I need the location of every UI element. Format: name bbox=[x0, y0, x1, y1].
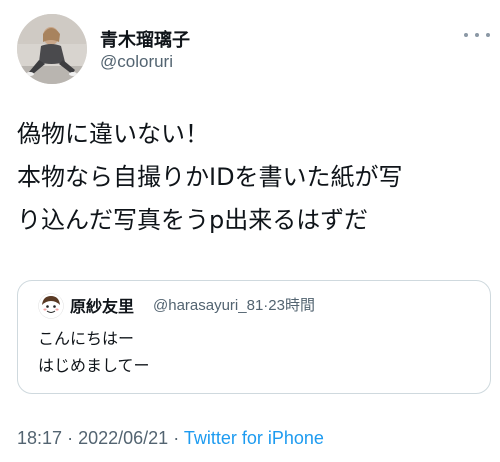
quoted-meta: @harasayuri_81·23時間 bbox=[153, 294, 315, 315]
cartoon-face-icon bbox=[38, 293, 64, 319]
footer-separator: · bbox=[173, 428, 180, 448]
footer-separator: · bbox=[67, 428, 74, 448]
tweet-time[interactable]: 18:17 bbox=[17, 428, 62, 448]
quoted-author-name: 原紗友里 bbox=[70, 297, 135, 316]
tweet-text-line: 本物なら自撮りかIDを書いた紙が写 bbox=[17, 163, 403, 191]
quoted-text-line: はじめましてー bbox=[38, 356, 150, 375]
author-avatar[interactable] bbox=[17, 14, 87, 84]
author-handle[interactable]: @coloruri bbox=[100, 52, 173, 72]
quoted-author-avatar bbox=[38, 293, 64, 319]
more-horizontal-icon-dot bbox=[475, 33, 479, 37]
quoted-text-line: こんにちはー bbox=[38, 329, 135, 348]
tweet-footer: 18:17 · 2022/06/21 · Twitter for iPhone bbox=[17, 428, 324, 449]
tweet-text-line: 偽物に違いない！ bbox=[17, 120, 209, 148]
tweet-date[interactable]: 2022/06/21 bbox=[78, 428, 168, 448]
more-horizontal-icon bbox=[464, 33, 468, 37]
quoted-time: 23時間 bbox=[268, 297, 315, 314]
quoted-tweet-text: こんにちはー はじめましてー bbox=[38, 325, 150, 379]
more-options-button[interactable] bbox=[464, 26, 490, 44]
avatar-photo bbox=[17, 14, 87, 84]
tweet-source-link[interactable]: Twitter for iPhone bbox=[184, 428, 324, 448]
tweet-text-line: り込んだ写真をうp出来るはずだ bbox=[17, 206, 368, 234]
quoted-tweet-card[interactable]: 原紗友里 @harasayuri_81·23時間 こんにちはー はじめましてー bbox=[17, 280, 491, 394]
author-display-name[interactable]: 青木瑠璃子 bbox=[100, 26, 190, 52]
more-horizontal-icon-dot bbox=[486, 33, 490, 37]
quoted-author-handle: @harasayuri_81 bbox=[153, 297, 264, 314]
tweet-text: 偽物に違いない！ 本物なら自撮りかIDを書いた紙が写 り込んだ写真をうp出来るは… bbox=[17, 113, 487, 242]
